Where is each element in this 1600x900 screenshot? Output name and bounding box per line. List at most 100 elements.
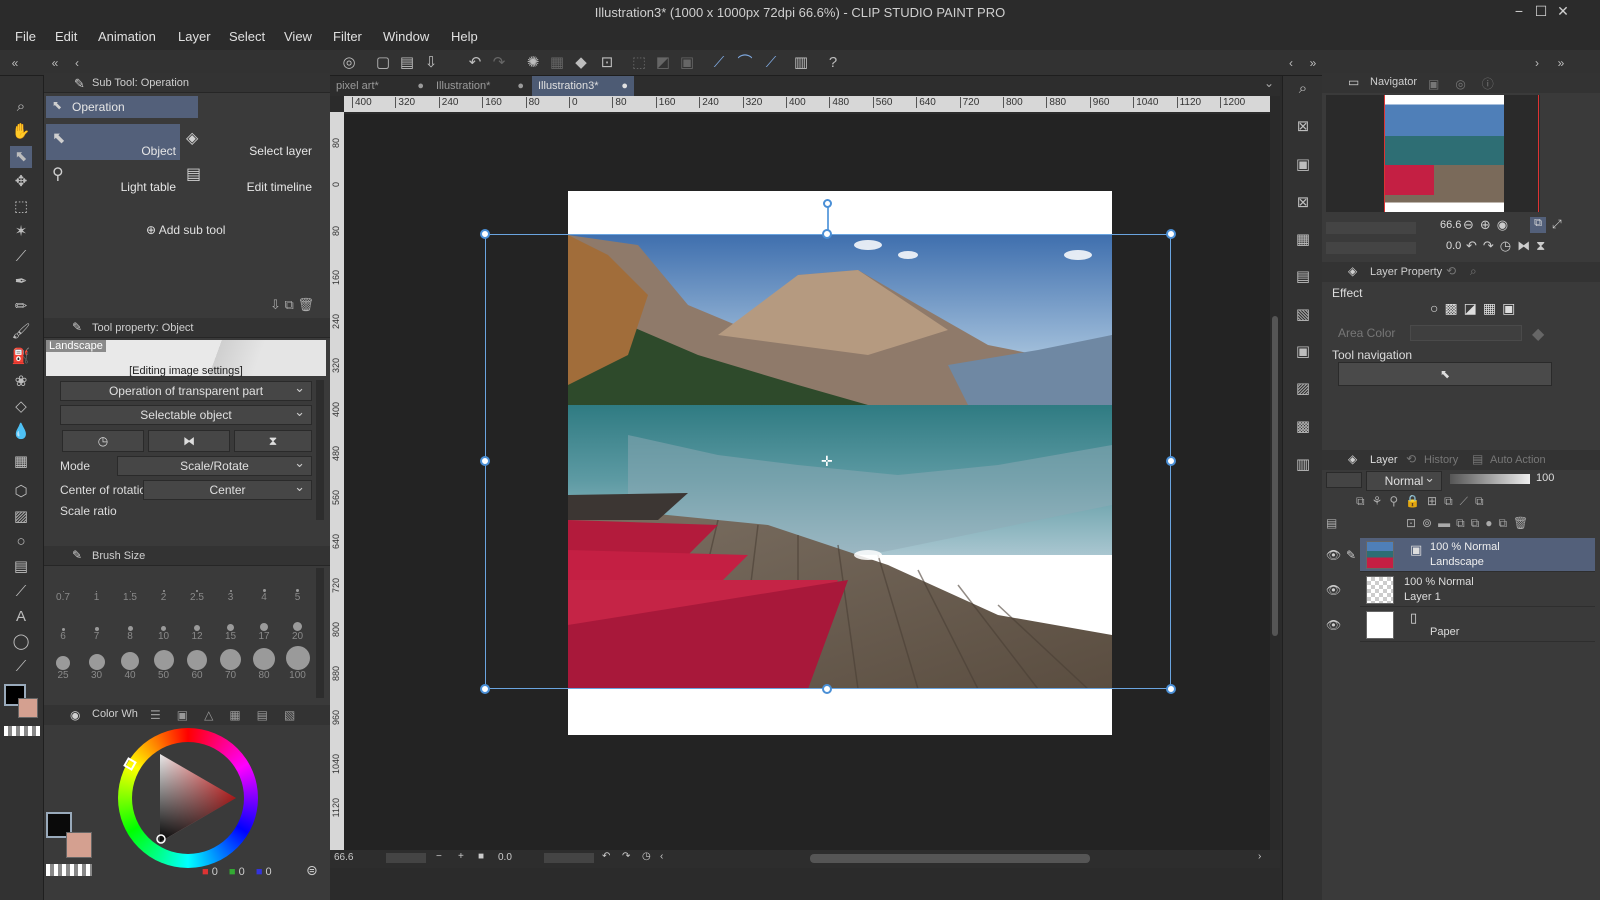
vertical-scroll-thumb[interactable]: [1272, 316, 1278, 636]
color-mode-icon[interactable]: ⊜: [306, 862, 318, 879]
fill-icon[interactable]: ◆: [570, 52, 592, 74]
collapse-arrow-icon[interactable]: «: [44, 52, 66, 74]
brush-size-15[interactable]: 15: [214, 609, 248, 642]
text-tool-icon[interactable]: A: [10, 606, 32, 628]
reset-rotate-icon[interactable]: ◷: [642, 851, 651, 862]
expand-far-right-icon[interactable]: »: [1550, 52, 1572, 74]
brush-size-2.5[interactable]: 2.5: [180, 570, 214, 603]
colorwheel-transparent-swatch[interactable]: [46, 864, 92, 876]
color-triangle[interactable]: [118, 728, 258, 868]
operation-tool-icon[interactable]: ⬉: [10, 146, 32, 168]
mode-dropdown[interactable]: Scale/Rotate: [117, 454, 312, 476]
figure-tool-icon[interactable]: ○: [10, 531, 32, 553]
tab-close-icon[interactable]: ●: [621, 76, 628, 96]
tab-pixel-art[interactable]: pixel art* ●: [330, 76, 430, 96]
layer-tab[interactable]: Layer: [1370, 454, 1398, 466]
subtool-edit-timeline[interactable]: ▤ Edit timeline: [180, 160, 316, 196]
navigator-angle-slider[interactable]: [1326, 242, 1416, 254]
open-file-icon[interactable]: ▤: [396, 52, 418, 74]
fill-selection-icon[interactable]: ▦: [546, 52, 568, 74]
material-icon-3[interactable]: ⊠: [1292, 192, 1314, 214]
search-icon[interactable]: ⌕: [1292, 78, 1314, 100]
snap-grid-icon[interactable]: ⟋: [760, 52, 782, 74]
subtool-group-tab[interactable]: Operation: [46, 96, 198, 118]
fit-icon[interactable]: ■: [478, 851, 484, 862]
move-layer-tool-icon[interactable]: ✥: [10, 171, 32, 193]
subtool-light-table[interactable]: ⚲ Light table: [46, 160, 180, 196]
brush-size-70[interactable]: 70: [214, 648, 248, 681]
horizontal-scroll-thumb[interactable]: [810, 854, 1090, 863]
flip-horizontal-button[interactable]: ⧓: [148, 430, 230, 452]
menu-filter[interactable]: Filter: [333, 29, 362, 44]
menu-view[interactable]: View: [284, 29, 312, 44]
pen-edit-icon[interactable]: ✎: [1346, 548, 1356, 562]
handle-bottom-left[interactable]: [480, 684, 490, 694]
status-angle[interactable]: 0.0: [498, 852, 512, 863]
pen-tool-icon[interactable]: ✒: [10, 271, 32, 293]
eraser-tool-icon[interactable]: ◇: [10, 396, 32, 418]
transparent-color-swatch[interactable]: [4, 726, 40, 736]
brush-size-10[interactable]: 10: [147, 609, 181, 642]
minimize-button[interactable]: −: [1508, 3, 1530, 19]
menu-window[interactable]: Window: [383, 29, 429, 44]
handle-middle-right[interactable]: [1166, 456, 1176, 466]
subtool-select-layer[interactable]: ◈ Select layer: [180, 124, 316, 160]
zoom-tool-icon[interactable]: ⌕: [10, 96, 32, 118]
deselect-icon[interactable]: ⬚: [628, 52, 650, 74]
menu-edit[interactable]: Edit: [55, 29, 77, 44]
brush-size-5[interactable]: 5: [281, 570, 315, 603]
brushsize-scrollbar[interactable]: [316, 568, 324, 698]
blend-mode-dropdown[interactable]: Normal: [1366, 469, 1442, 491]
effect-buttons[interactable]: ○▩◪▦▣: [1430, 300, 1521, 317]
add-subtool-button[interactable]: ⊕ Add sub tool: [146, 223, 225, 237]
auto-select-tool-icon[interactable]: ✶: [10, 221, 32, 243]
brush-size-6[interactable]: 6: [46, 609, 80, 642]
center-rotation-dropdown[interactable]: Center: [143, 478, 312, 500]
eyedropper-tool-icon[interactable]: ⟋: [10, 246, 32, 268]
pencil-tool-icon[interactable]: ✏: [10, 296, 32, 318]
correct-line-tool-icon[interactable]: ⟋: [10, 656, 32, 678]
material-icon-7[interactable]: ▣: [1292, 341, 1314, 363]
rotation-handle[interactable]: [823, 199, 832, 208]
selectable-object-dropdown[interactable]: Selectable object: [60, 403, 312, 425]
zoom-slider[interactable]: [386, 853, 426, 863]
brush-size-80[interactable]: 80: [247, 648, 281, 681]
material-icon-9[interactable]: ▩: [1292, 416, 1314, 438]
eye-icon[interactable]: 👁: [1326, 618, 1341, 632]
menu-file[interactable]: File: [15, 29, 36, 44]
transparent-op-dropdown[interactable]: Operation of transparent part: [60, 379, 312, 401]
toolprop-scrollbar[interactable]: [316, 380, 324, 520]
scroll-left-icon[interactable]: ‹: [660, 851, 663, 862]
chevron-right-icon[interactable]: ›: [1526, 52, 1548, 74]
navigator-zoom[interactable]: 66.6: [1440, 219, 1461, 231]
layer-row-layer1[interactable]: 100 % Normal Layer 1: [1360, 573, 1595, 607]
menu-layer[interactable]: Layer: [178, 29, 211, 44]
collapse-left-icon[interactable]: «: [4, 52, 26, 74]
eye-icon[interactable]: 👁: [1326, 548, 1341, 562]
brush-size-8[interactable]: 8: [113, 609, 147, 642]
handle-middle-left[interactable]: [480, 456, 490, 466]
import-icon[interactable]: ⇩: [270, 297, 281, 312]
layer-panel-menu-icon[interactable]: ▤: [1326, 516, 1337, 530]
clip-studio-icon[interactable]: ◎: [338, 52, 360, 74]
brush-size-50[interactable]: 50: [147, 648, 181, 681]
handle-top-right[interactable]: [1166, 229, 1176, 239]
brush-size-30[interactable]: 30: [80, 648, 114, 681]
new-file-icon[interactable]: ▢: [372, 52, 394, 74]
bucket-tool-icon[interactable]: ⬡: [10, 481, 32, 503]
tool-navigation-button[interactable]: ⬉: [1338, 362, 1552, 386]
tabs-menu-icon[interactable]: ⌄: [1264, 76, 1274, 90]
brush-size-0.7[interactable]: 0.7: [46, 570, 80, 603]
trash-icon[interactable]: 🗑: [297, 297, 314, 312]
collapse-right-icon[interactable]: ‹: [1280, 52, 1302, 74]
area-color-field[interactable]: [1410, 325, 1522, 341]
ruler-tool-icon[interactable]: ⟋: [10, 581, 32, 603]
reset-rotation-button[interactable]: ◷: [62, 430, 144, 452]
material-icon-2[interactable]: ▣: [1292, 154, 1314, 176]
handle-bottom-right[interactable]: [1166, 684, 1176, 694]
material-icon-8[interactable]: ▨: [1292, 378, 1314, 400]
navigator-zoom-slider[interactable]: [1326, 222, 1416, 234]
brush-size-12[interactable]: 12: [180, 609, 214, 642]
tab-illustration3[interactable]: Illustration3* ●: [532, 76, 634, 96]
brush-size-20[interactable]: 20: [281, 609, 315, 642]
